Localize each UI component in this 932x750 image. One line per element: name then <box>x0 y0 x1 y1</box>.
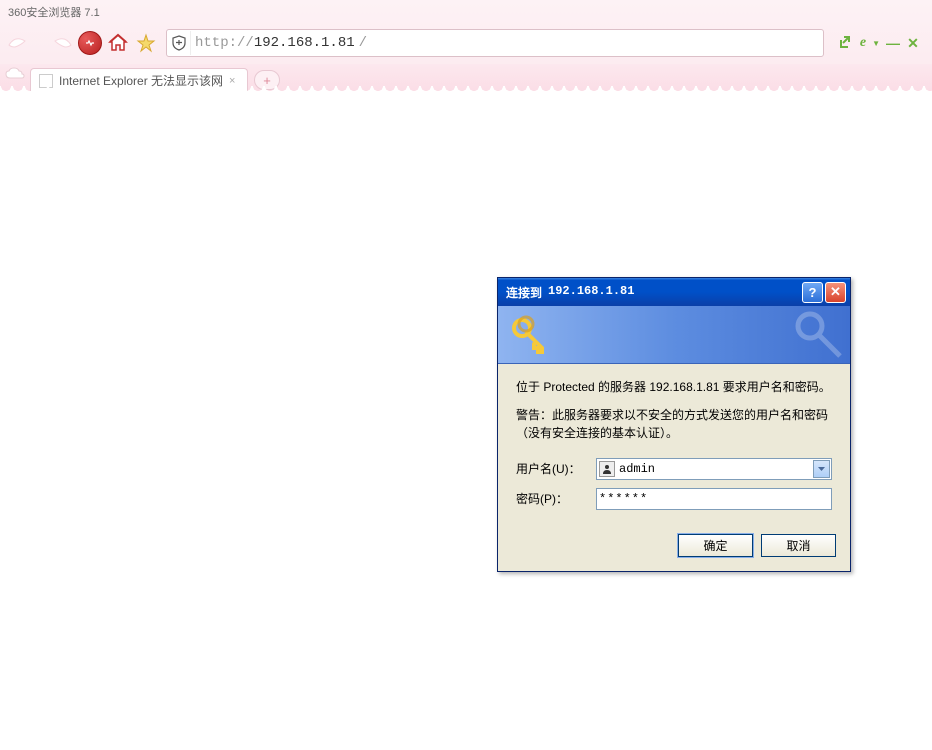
share-icon[interactable] <box>838 34 854 53</box>
dialog-message-2: 警告：此服务器要求以不安全的方式发送您的用户名和密码（没有安全连接的基本认证）。 <box>516 406 832 442</box>
toolbar-right: e ▼ — ✕ <box>832 34 926 53</box>
ie-dropdown-icon[interactable]: ▼ <box>872 39 880 48</box>
window-title: 360安全浏览器 7.1 <box>0 0 932 22</box>
user-icon <box>599 461 615 477</box>
wing-left-icon[interactable] <box>6 31 38 55</box>
dialog-message-1: 位于 Protected 的服务器 192.168.1.81 要求用户名和密码。 <box>516 378 832 396</box>
favorites-icon[interactable] <box>134 31 158 55</box>
minimize-icon[interactable]: — <box>886 36 900 50</box>
shield-icon[interactable] <box>167 31 191 55</box>
dialog-title-host: 192.168.1.81 <box>548 284 634 301</box>
wing-right-icon[interactable] <box>42 31 74 55</box>
password-field[interactable] <box>596 488 832 510</box>
password-label: 密码(P)： <box>516 490 596 508</box>
username-value: admin <box>619 460 655 478</box>
browser-chrome: 360安全浏览器 7.1 http://192.168.1.81/ e <box>0 0 932 98</box>
username-field[interactable]: admin <box>596 458 832 480</box>
url-path: / <box>355 35 367 51</box>
url-scheme: http:// <box>191 35 254 51</box>
stop-icon[interactable] <box>78 31 102 55</box>
tab-close-icon[interactable]: × <box>229 75 241 87</box>
url-host: 192.168.1.81 <box>254 35 355 51</box>
keys-icon <box>508 314 552 361</box>
chrome-border <box>0 92 932 98</box>
cloud-icon[interactable] <box>4 66 26 84</box>
home-icon[interactable] <box>106 31 130 55</box>
ie-mode-icon[interactable]: e <box>860 35 866 51</box>
auth-dialog: 连接到 192.168.1.81 ? ✕ 位于 Protected 的服务器 1… <box>497 277 851 572</box>
password-input[interactable] <box>599 492 829 506</box>
dialog-body: 位于 Protected 的服务器 192.168.1.81 要求用户名和密码。… <box>498 364 850 526</box>
dialog-titlebar[interactable]: 连接到 192.168.1.81 ? ✕ <box>498 278 850 306</box>
dialog-title-text: 连接到 <box>506 284 542 301</box>
ok-button[interactable]: 确定 <box>678 534 753 557</box>
username-dropdown-icon[interactable] <box>813 460 830 478</box>
cancel-button[interactable]: 取消 <box>761 534 836 557</box>
dialog-button-row: 确定 取消 <box>498 526 850 571</box>
dialog-close-button[interactable]: ✕ <box>825 282 846 303</box>
toolbar: http://192.168.1.81/ e ▼ — ✕ <box>0 22 932 64</box>
help-button[interactable]: ? <box>802 282 823 303</box>
username-label: 用户名(U)： <box>516 460 596 478</box>
dialog-banner <box>498 306 850 364</box>
close-icon[interactable]: ✕ <box>906 36 920 50</box>
address-bar[interactable]: http://192.168.1.81/ <box>166 29 824 57</box>
